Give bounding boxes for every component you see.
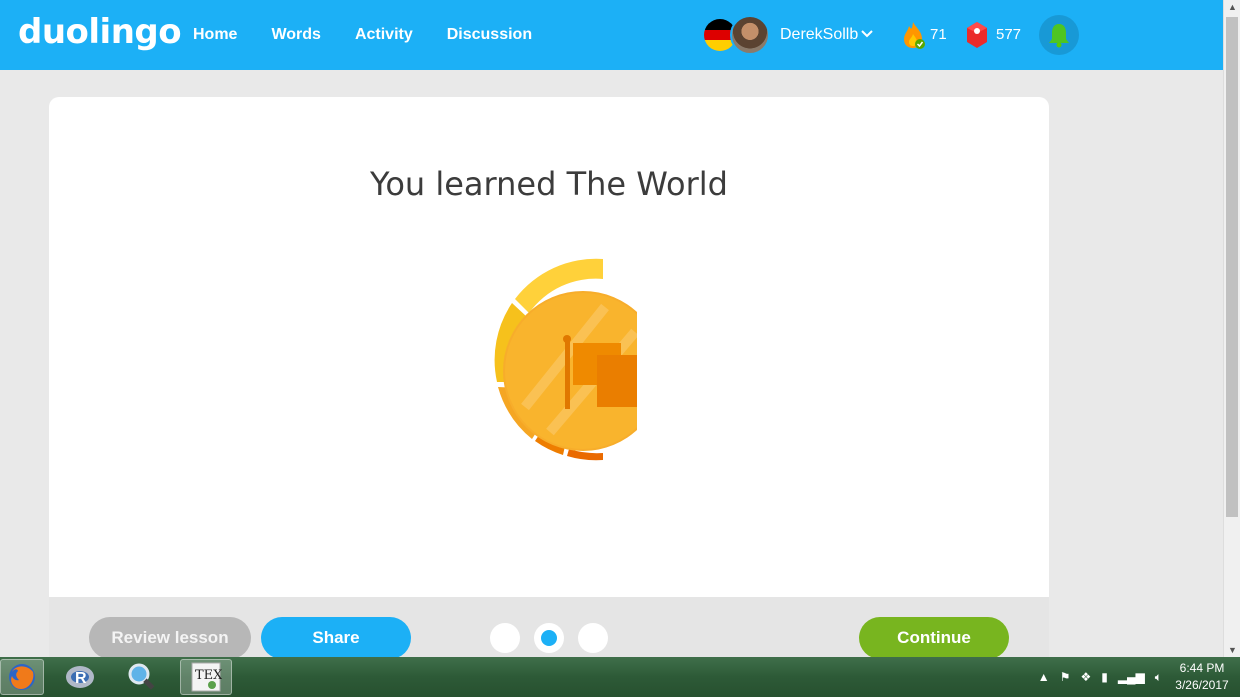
- taskbar-r[interactable]: R: [58, 659, 102, 695]
- system-tray: ▲ ⚑ ❖ ▮ ▂▄▆ 🔈︎ 6:44 PM 3/26/2017: [1038, 657, 1240, 697]
- bell-icon: [1049, 24, 1069, 48]
- battery-icon[interactable]: ▮: [1101, 670, 1108, 684]
- continue-button[interactable]: Continue: [859, 617, 1009, 659]
- pagination-dot-2[interactable]: [534, 623, 564, 653]
- nav-words[interactable]: Words: [271, 26, 320, 44]
- nav-activity[interactable]: Activity: [355, 26, 413, 44]
- review-lesson-button[interactable]: Review lesson: [89, 617, 251, 659]
- tex-icon: TEX: [191, 662, 222, 692]
- taskbar-tex[interactable]: TEX: [180, 659, 232, 695]
- streak-count: 71: [930, 26, 947, 43]
- lesson-footer: Review lesson Share Continue: [49, 597, 1049, 659]
- username[interactable]: DerekSollb: [780, 26, 858, 44]
- r-icon: R: [66, 666, 94, 688]
- lesson-complete-card: You learned The World: [49, 97, 1049, 597]
- avatar[interactable]: [730, 15, 770, 55]
- streak-flame-icon[interactable]: [900, 20, 926, 50]
- show-hidden-icons-icon[interactable]: ▲: [1038, 670, 1050, 684]
- volume-icon[interactable]: 🔈︎: [1155, 670, 1162, 685]
- taskbar-search-app[interactable]: [119, 659, 163, 695]
- windows-taskbar: R TEX ▲ ⚑ ❖ ▮ ▂▄▆ 🔈︎ 6:44 PM 3/26/2017: [0, 657, 1240, 697]
- nav-discussion[interactable]: Discussion: [447, 26, 532, 44]
- svg-text:R: R: [75, 670, 87, 687]
- duolingo-logo[interactable]: duolingo: [18, 12, 182, 52]
- skill-badge-flag-icon: [494, 258, 637, 461]
- taskbar-clock[interactable]: 6:44 PM 3/26/2017: [1172, 660, 1232, 694]
- firefox-icon: [9, 664, 35, 690]
- scroll-up-arrow-icon[interactable]: ▲: [1228, 2, 1237, 12]
- nav-home[interactable]: Home: [193, 26, 237, 44]
- dropbox-icon[interactable]: ❖: [1080, 670, 1091, 684]
- page-scrollbar[interactable]: ▲ ▼: [1223, 0, 1240, 657]
- lingot-gem-icon[interactable]: [965, 20, 989, 50]
- clock-time: 6:44 PM: [1179, 661, 1225, 675]
- scrollbar-thumb[interactable]: [1226, 17, 1238, 517]
- taskbar-firefox[interactable]: [0, 659, 44, 695]
- main-nav: Home Words Activity Discussion: [193, 0, 566, 70]
- clock-date: 3/26/2017: [1175, 678, 1229, 692]
- scroll-down-arrow-icon[interactable]: ▼: [1228, 645, 1237, 655]
- chevron-down-icon[interactable]: [860, 27, 874, 41]
- notifications-button[interactable]: [1039, 15, 1079, 55]
- pagination-dot-1[interactable]: [490, 623, 520, 653]
- top-navigation-bar: duolingo Home Words Activity Discussion …: [0, 0, 1223, 70]
- action-center-flag-icon[interactable]: ⚑: [1060, 670, 1071, 684]
- svg-text:TEX: TEX: [195, 668, 222, 683]
- search-app-icon: [128, 663, 155, 690]
- pagination-dot-3[interactable]: [578, 623, 608, 653]
- page-title: You learned The World: [370, 165, 728, 203]
- network-icon[interactable]: ▂▄▆: [1118, 670, 1145, 684]
- share-button[interactable]: Share: [261, 617, 411, 659]
- gems-count: 577: [996, 26, 1022, 43]
